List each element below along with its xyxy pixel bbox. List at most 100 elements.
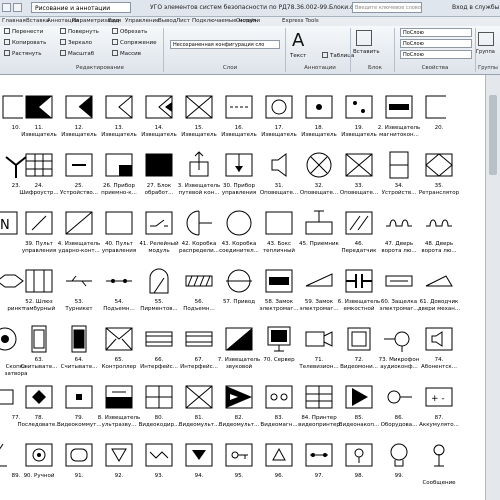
symbol-number: 81. <box>194 415 204 421</box>
symbol-block[interactable]: 92. <box>97 440 141 500</box>
symbol-label: 87. Аккумулято... <box>417 415 461 429</box>
symbol-number: 91. <box>74 473 84 479</box>
scrollbar-thumb[interactable] <box>489 95 497 175</box>
symbol-label: 55. Пирментов... <box>137 299 181 313</box>
app-menu-icon[interactable] <box>2 3 11 12</box>
tab-9[interactable]: Онлайн <box>236 17 258 26</box>
symbol-block[interactable]: 90. Ручной <box>17 440 61 500</box>
symbol-gate-box-icon <box>25 269 53 293</box>
symbol-arrow-down-box-icon <box>225 153 253 177</box>
symbol-number: 87. <box>434 415 444 421</box>
workspace-dropdown[interactable]: Рисование и аннотации <box>31 2 131 13</box>
symbol-text: Телевизион... <box>299 364 339 370</box>
symbol-block[interactable]: 96. <box>257 440 301 500</box>
symbol-line-circle-icon <box>226 269 252 293</box>
drawing-canvas[interactable]: 10. 11. Извещатель 12. Извещатель 13. Извещате… <box>0 75 485 500</box>
symbol-number: 56. <box>194 299 204 305</box>
layer-combo[interactable]: Несохраненная конфигурация сло <box>170 40 280 49</box>
symbol-label: 67. Интерфейс... <box>177 357 221 371</box>
symbol-text: управления <box>21 248 57 254</box>
scale-button[interactable]: Масштаб <box>60 50 94 58</box>
symbol-label: 91. <box>57 473 101 480</box>
tab-10[interactable]: Express Tools <box>282 17 319 26</box>
color-combo[interactable]: ПоСлою <box>400 28 472 37</box>
text-icon[interactable]: A <box>292 32 304 50</box>
symbol-thin-box-icon <box>385 275 413 287</box>
symbol-number: 27. Блок <box>146 183 172 189</box>
symbol-striped-box-icon <box>185 331 213 347</box>
symbol-text: обработ... <box>144 190 174 196</box>
symbol-block[interactable]: 97. <box>297 440 341 500</box>
panel-title-block: Блок <box>368 65 382 71</box>
symbol-number: 63. <box>34 357 44 363</box>
symbol-wedge-icon <box>425 275 453 287</box>
panel-title-layers: Слои <box>222 65 238 71</box>
stretch-button[interactable]: Растянуть <box>4 50 42 58</box>
symbol-label: 86. Оборудова... <box>377 415 421 429</box>
symbol-number: 84. Принтер <box>301 415 337 421</box>
symbol-arrow-up-box-icon <box>189 151 209 177</box>
symbol-tri-black-box-icon <box>345 385 373 409</box>
fillet-button[interactable]: Сопряжение <box>112 39 157 47</box>
linetype-combo[interactable]: ПоСлою <box>400 39 472 48</box>
symbol-block[interactable]: 98. <box>337 440 381 500</box>
symbol-dot-circle-box-icon <box>305 95 333 119</box>
mirror-button[interactable]: Зеркало <box>60 39 92 47</box>
symbol-block[interactable]: 94. <box>177 440 221 500</box>
symbol-tri-right-box-icon <box>225 385 253 409</box>
symbol-label: 58. Замок электромаг... <box>257 299 301 313</box>
rotate-button[interactable]: Повернуть <box>60 28 99 36</box>
symbol-turnstile-icon <box>66 275 92 287</box>
symbol-label: 27. Блок обработ... <box>137 183 181 197</box>
symbol-label: 72. Видеомони... <box>337 357 381 371</box>
vertical-scrollbar[interactable] <box>485 75 500 500</box>
group-icon[interactable] <box>478 32 494 46</box>
symbol-card-box-icon <box>31 325 47 353</box>
symbol-number: 78. <box>34 415 44 421</box>
symbol-text: Интерфейс... <box>140 364 178 370</box>
text-button[interactable]: Текст <box>290 52 306 60</box>
symbol-label: 43. Бокс тепличный <box>257 241 301 255</box>
symbol-block[interactable]: 99. <box>377 440 421 500</box>
symbol-block[interactable]: 91. <box>57 440 101 500</box>
copy-button[interactable]: Копировать <box>4 39 46 47</box>
move-button[interactable]: Перенести <box>4 28 43 36</box>
tab-6[interactable]: Вывод <box>158 17 177 26</box>
symbol-number: 6. Извещатель <box>337 299 381 305</box>
symbol-label: 15. Извещатель <box>177 125 221 139</box>
symbol-label: 52. Шлюз тамбурный <box>17 299 61 313</box>
insert-button[interactable]: Вставить <box>353 48 380 56</box>
tab-0[interactable]: Главная <box>2 17 26 26</box>
symbol-number: 8. Извещатель <box>97 415 141 421</box>
symbol-label: 13. Извещатель <box>97 125 141 139</box>
symbol-label: 7. Извещатель звуковой <box>217 357 261 371</box>
symbol-number: 83. <box>274 415 284 421</box>
symbol-block[interactable]: 93. <box>137 440 181 500</box>
symbol-block[interactable]: Сообщение <box>417 440 461 500</box>
symbol-black-box-icon <box>145 153 173 177</box>
search-input[interactable]: Введите ключевое слово/фразу <box>352 2 422 13</box>
symbol-text: приемно-к... <box>101 190 137 196</box>
tab-1[interactable]: Вставка <box>26 17 49 26</box>
save-icon[interactable] <box>13 3 22 12</box>
symbol-text: магнитокон... <box>379 132 419 138</box>
symbol-text: Устройство... <box>59 190 99 196</box>
group-button[interactable]: Группа <box>476 48 495 56</box>
symbol-bar-box-icon <box>385 95 413 119</box>
symbol-number: 64. <box>74 357 84 363</box>
symbol-label: 92. <box>97 473 141 480</box>
signin-link[interactable]: Вход в службы <box>452 1 499 15</box>
symbol-label: 78. Последовате... <box>17 415 61 429</box>
tab-5[interactable]: Управление <box>125 17 160 26</box>
symbol-block[interactable]: 95. <box>217 440 261 500</box>
symbol-number: 90. Ручной <box>23 473 55 479</box>
symbol-number: 19. <box>354 125 364 131</box>
lineweight-combo[interactable]: ПоСлою <box>400 50 472 59</box>
document-title: УГО элементов систем безопасности по РД7… <box>150 4 363 11</box>
tab-4[interactable]: Вид <box>108 17 119 26</box>
tab-7[interactable]: Лист <box>176 17 190 26</box>
array-button[interactable]: Массив <box>112 50 141 58</box>
symbol-number: 18. <box>314 125 324 131</box>
trim-button[interactable]: Обрезать <box>112 28 147 36</box>
insert-block-icon[interactable] <box>356 30 372 46</box>
